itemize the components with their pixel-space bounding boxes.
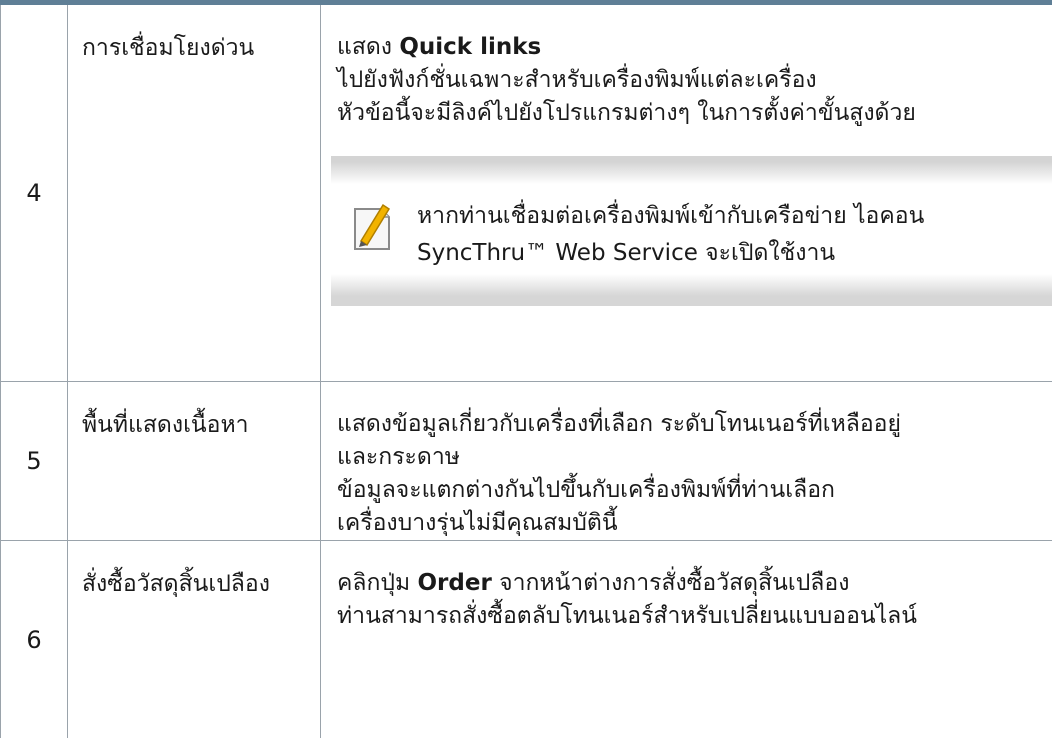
note-line: หากท่านเชื่อมต่อเครื่องพิมพ์เข้ากับเครือ…	[417, 198, 924, 235]
row-feature-name: การเชื่อมโยงด่วน	[68, 5, 321, 382]
description-line: และกระดาษ	[337, 441, 1052, 474]
row-description: คลิกปุ่ม Order จากหน้าต่างการสั่งซื้อวัส…	[321, 541, 1052, 738]
description-line: เครื่องบางรุ่นไม่มีคุณสมบัตินี้	[337, 507, 1052, 540]
description-line: ไปยังฟังก์ชั่นเฉพาะสำหรับเครื่องพิมพ์แต่…	[337, 64, 1052, 97]
table-row: 6 สั่งซื้อวัสดุสิ้นเปลือง คลิกปุ่ม Order…	[1, 541, 1052, 738]
row-description: แสดง Quick links ไปยังฟังก์ชั่นเฉพาะสำหร…	[321, 5, 1052, 382]
row-feature-name: พื้นที่แสดงเนื้อหา	[68, 382, 321, 541]
row-feature-name: สั่งซื้อวัสดุสิ้นเปลือง	[68, 541, 321, 738]
description-line: แสดง Quick links	[337, 31, 1052, 64]
note-pencil-icon	[351, 201, 393, 253]
row-number: 6	[1, 541, 68, 738]
description-line: ข้อมูลจะแตกต่างกันไปขึ้นกับเครื่องพิมพ์ท…	[337, 474, 1052, 507]
desc-suffix: จากหน้าต่างการสั่งซื้อวัสดุสิ้นเปลือง	[492, 570, 850, 596]
note-box: หากท่านเชื่อมต่อเครื่องพิมพ์เข้ากับเครือ…	[331, 156, 1052, 306]
document-page: 4 การเชื่อมโยงด่วน แสดง Quick links ไปยั…	[0, 0, 1052, 658]
note-line: SyncThru™ Web Service จะเปิดใช้งาน	[417, 235, 924, 272]
note-text: หากท่านเชื่อมต่อเครื่องพิมพ์เข้ากับเครือ…	[417, 198, 924, 272]
table-row: 5 พื้นที่แสดงเนื้อหา แสดงข้อมูลเกี่ยวกับ…	[1, 382, 1052, 541]
description-line: หัวข้อนี้จะมีลิงค์ไปยังโปรแกรมต่างๆ ในกา…	[337, 97, 1052, 130]
order-term: Order	[417, 570, 491, 596]
description-line: แสดงข้อมูลเกี่ยวกับเครื่องที่เลือก ระดับ…	[337, 408, 1052, 441]
description-line: คลิกปุ่ม Order จากหน้าต่างการสั่งซื้อวัส…	[337, 567, 1052, 600]
quick-links-term: Quick links	[399, 34, 541, 60]
table-row: 4 การเชื่อมโยงด่วน แสดง Quick links ไปยั…	[1, 5, 1052, 382]
feature-table: 4 การเชื่อมโยงด่วน แสดง Quick links ไปยั…	[0, 5, 1052, 738]
desc-prefix: คลิกปุ่ม	[337, 570, 417, 596]
row-description: แสดงข้อมูลเกี่ยวกับเครื่องที่เลือก ระดับ…	[321, 382, 1052, 541]
row-number: 5	[1, 382, 68, 541]
description-line: ท่านสามารถสั่งซื้อตลับโทนเนอร์สำหรับเปลี…	[337, 600, 1052, 633]
desc-prefix: แสดง	[337, 34, 399, 60]
row-number: 4	[1, 5, 68, 382]
